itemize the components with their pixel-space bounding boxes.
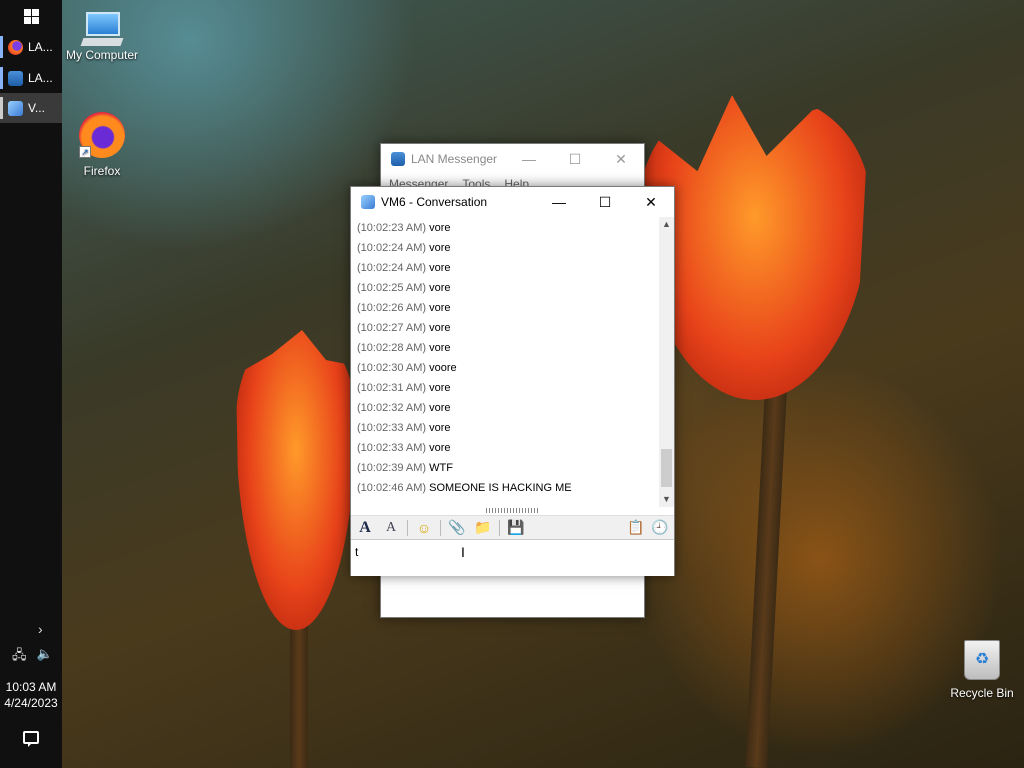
lan-messenger-icon: [8, 70, 23, 86]
smiley-icon[interactable]: ☺: [414, 518, 434, 538]
conversation-titlebar[interactable]: VM6 - Conversation — ☐ ✕: [351, 187, 674, 217]
message-line: (10:02:25 AM) vore: [357, 282, 451, 294]
maximize-button[interactable]: ☐: [552, 144, 598, 174]
firefox-icon: [8, 39, 23, 55]
vertical-scrollbar[interactable]: ▲ ▼: [659, 217, 674, 507]
desktop-icon-firefox[interactable]: ↗ Firefox: [62, 112, 142, 178]
clock[interactable]: 10:03 AM 4/24/2023: [0, 679, 62, 711]
minimize-button[interactable]: —: [506, 144, 552, 174]
message-line: (10:02:39 AM) WTF: [357, 462, 453, 474]
message-line: (10:02:23 AM) vore: [357, 222, 451, 234]
shortcut-arrow-icon: ↗: [79, 146, 91, 158]
volume-icon[interactable]: 🔈: [37, 646, 53, 668]
taskbar-item-label: LA...: [28, 71, 53, 85]
taskbar-item-lan-messenger[interactable]: LA...: [0, 63, 62, 93]
recycle-bin-icon: [964, 640, 1000, 680]
message-line: (10:02:24 AM) vore: [357, 242, 451, 254]
message-input[interactable]: t: [351, 541, 674, 576]
network-icon[interactable]: 🖧: [12, 646, 27, 668]
message-toolbar: A A ☺ 📎 📁 💾 📋 🕘: [351, 515, 674, 540]
lan-messenger-titlebar[interactable]: LAN Messenger — ☐ ✕: [381, 144, 644, 174]
toolbar-separator: [440, 519, 441, 536]
windows-logo-icon: [23, 8, 39, 24]
desktop-icon-label: Recycle Bin: [950, 686, 1014, 700]
scroll-up-icon[interactable]: ▲: [659, 217, 674, 232]
conversation-icon: [361, 195, 375, 209]
clock-time: 10:03 AM: [5, 680, 57, 694]
taskbar: LA... LA... V... › 🖧 🔈 10:03 AM 4/24/202…: [0, 0, 62, 768]
message-line: (10:02:26 AM) vore: [357, 302, 451, 314]
font-color-icon[interactable]: A: [381, 518, 401, 538]
chevron-right-icon[interactable]: ›: [38, 621, 43, 637]
close-button[interactable]: ✕: [628, 187, 674, 217]
toolbar-separator: [407, 519, 408, 536]
clock-date: 4/24/2023: [4, 696, 58, 710]
taskbar-item-conversation[interactable]: V...: [0, 93, 62, 123]
taskbar-item-label: V...: [28, 101, 45, 115]
attach-file-icon[interactable]: 📎: [447, 518, 467, 538]
window-title: LAN Messenger: [411, 152, 498, 166]
message-line: (10:02:28 AM) vore: [357, 342, 451, 354]
history-icon[interactable]: 🕘: [650, 518, 670, 538]
desktop-icon-my-computer[interactable]: My Computer: [62, 12, 142, 62]
splitter-handle[interactable]: [486, 508, 540, 513]
notification-icon[interactable]: [23, 731, 39, 747]
font-icon[interactable]: A: [355, 518, 375, 538]
maximize-button[interactable]: ☐: [582, 187, 628, 217]
conversation-window: VM6 - Conversation — ☐ ✕ (10:02:23 AM) v…: [350, 186, 675, 576]
desktop-icon-recycle-bin[interactable]: Recycle Bin: [942, 640, 1022, 700]
minimize-button[interactable]: —: [536, 187, 582, 217]
message-line: (10:02:33 AM) vore: [357, 442, 451, 454]
message-line: (10:02:32 AM) vore: [357, 402, 451, 414]
save-icon[interactable]: 💾: [506, 518, 526, 538]
taskbar-item-label: LA...: [28, 40, 53, 54]
taskbar-item-firefox[interactable]: LA...: [0, 32, 62, 62]
start-button[interactable]: [0, 0, 62, 32]
close-button[interactable]: ✕: [598, 144, 644, 174]
lan-messenger-icon: [391, 152, 405, 166]
text-cursor-icon: I: [461, 544, 465, 560]
desktop-icon-label: Firefox: [83, 164, 121, 178]
window-title: VM6 - Conversation: [381, 195, 488, 209]
firefox-icon: ↗: [79, 112, 125, 158]
desktop-icon-label: My Computer: [65, 48, 139, 62]
computer-icon: [80, 12, 124, 46]
message-line: (10:02:27 AM) vore: [357, 322, 451, 334]
scroll-thumb[interactable]: [661, 449, 672, 487]
vm-conversation-icon: [8, 100, 23, 116]
message-line: (10:02:30 AM) voore: [357, 362, 457, 374]
message-line: (10:02:46 AM) SOMEONE IS HACKING ME: [357, 482, 572, 494]
message-line: (10:02:31 AM) vore: [357, 382, 451, 394]
clipboard-icon[interactable]: 📋: [626, 518, 646, 538]
toolbar-separator: [499, 519, 500, 536]
message-history[interactable]: (10:02:23 AM) vore (10:02:24 AM) vore (1…: [351, 217, 674, 507]
scroll-down-icon[interactable]: ▼: [659, 492, 674, 507]
message-line: (10:02:33 AM) vore: [357, 422, 451, 434]
send-folder-icon[interactable]: 📁: [473, 518, 493, 538]
message-input-value: t: [355, 545, 359, 559]
message-line: (10:02:24 AM) vore: [357, 262, 451, 274]
